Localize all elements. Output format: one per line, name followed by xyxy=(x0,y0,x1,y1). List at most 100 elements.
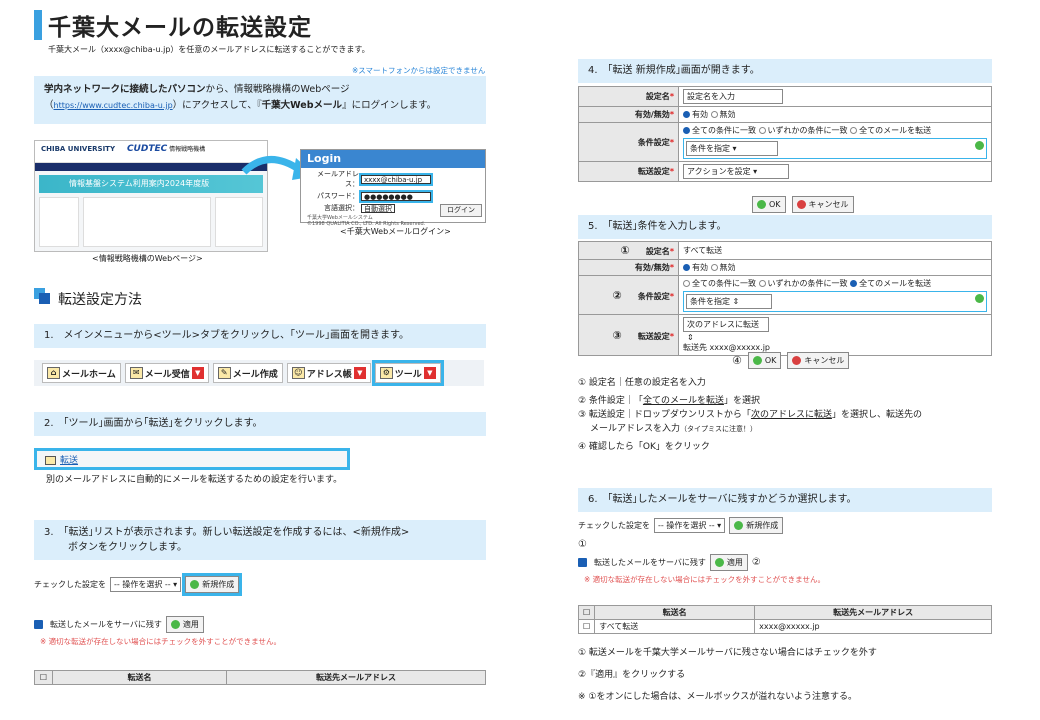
ccond-all-radio[interactable] xyxy=(683,280,690,287)
condition-select[interactable]: 条件を指定 ▾ xyxy=(686,141,778,156)
condition-select-value: 条件を指定 xyxy=(690,144,730,153)
ccond-any-label: いずれかの条件に一致 xyxy=(767,279,848,288)
forward-link[interactable]: 転送 xyxy=(60,456,78,466)
step-6-bar: 6. ｢転送｣したメールをサーバに残すかどうか選択します。 xyxy=(578,488,992,512)
add-condition-icon[interactable] xyxy=(975,294,984,303)
password-input[interactable]: ●●●●●●●● xyxy=(359,189,433,203)
operation-select-2[interactable]: -- 操作を選択 -- ▾ xyxy=(654,518,726,533)
forward-icon xyxy=(45,456,56,465)
tab-mail-receive[interactable]: ✉ メール受信 ▼ xyxy=(124,363,209,383)
table-header: ☐ 転送名 転送先メールアドレス xyxy=(34,670,486,685)
expl-3-cont: メールアドレスを入力（タイプミスに注意！） xyxy=(578,422,992,436)
login-header: Login xyxy=(301,150,485,168)
cond-mail-radio[interactable] xyxy=(850,127,858,134)
website-body xyxy=(35,197,267,247)
action-select[interactable]: アクションを設定 ▾ xyxy=(683,164,789,179)
apply-button[interactable]: 適用 xyxy=(165,616,204,633)
select-all-checkbox-2[interactable]: ☐ xyxy=(577,605,596,620)
tab-label: ツール xyxy=(394,369,422,380)
keep-label-2: 転送したメールをサーバに残す xyxy=(594,558,706,567)
cenable-on-radio[interactable] xyxy=(683,264,690,271)
row-forward-address: xxxx@xxxxx.jp xyxy=(754,619,992,634)
ccond-mail-label: 全てのメールを転送 xyxy=(859,279,932,288)
page-subtitle: 千葉大メール（xxxx@chiba-u.jp）を任意のメールアドレスに転送するこ… xyxy=(48,45,370,54)
operation-select[interactable]: -- 操作を選択 -- ▾ xyxy=(110,577,182,592)
enable-on-radio[interactable] xyxy=(683,111,690,118)
enable-off-radio[interactable] xyxy=(710,111,718,118)
forward-description: 別のメールアドレスに自動的にメールを転送するための設定を行います。 xyxy=(46,475,343,485)
new-create-button[interactable]: 新規作成 xyxy=(182,573,243,596)
ccondition-select[interactable]: 条件を指定 ⇕ xyxy=(686,294,772,309)
cancel-button[interactable]: キャンセル xyxy=(791,196,854,213)
ccond-mail-radio[interactable] xyxy=(850,280,858,287)
cforward-label-text: 転送設定 xyxy=(637,331,670,341)
keep-checkbox[interactable] xyxy=(34,620,43,629)
cudtec-url-link[interactable]: https://www.cudtec.chiba-u.jp xyxy=(54,101,173,110)
condition-actions: ④ OK キャンセル xyxy=(732,352,850,369)
intro-box: 学内ネットワークに接続したパソコンから、情報戦略機構のWebページ （https… xyxy=(34,76,486,124)
cond-any-label: いずれかの条件に一致 xyxy=(767,126,848,135)
ok-button[interactable]: OK xyxy=(752,196,786,213)
new-create-button-2[interactable]: 新規作成 xyxy=(729,517,784,534)
cenable-on-label: 有効 xyxy=(692,263,708,272)
check-icon xyxy=(170,620,180,629)
cok-button[interactable]: OK xyxy=(747,352,782,369)
step-2-bar: 2. ｢ツール｣画面から｢転送｣をクリックします。 xyxy=(34,412,486,436)
cenable-off-radio[interactable] xyxy=(710,264,718,271)
website-col xyxy=(215,197,263,247)
keep-label: 転送したメールをサーバに残す xyxy=(50,620,162,629)
dropdown-icon[interactable]: ▼ xyxy=(423,367,436,379)
dest-input[interactable]: xxxx@xxxxx.jp xyxy=(710,343,770,352)
ccond-all-label: 全ての条件に一致 xyxy=(692,279,756,288)
condition-label: 条件設定* xyxy=(578,122,679,162)
cname-input[interactable]: すべて転送 xyxy=(678,241,992,260)
operation-select-value-2: -- 操作を選択 -- xyxy=(658,521,715,530)
ccancel-button[interactable]: キャンセル xyxy=(787,352,850,369)
cond-all-radio[interactable] xyxy=(683,127,690,134)
expl-4: ④ 確認したら「OK」をクリック xyxy=(578,442,710,452)
cform-row-forward: ③ 転送設定* 次のアドレスに転送 ⇕ 転送先 xxxx@xxxxx.jp xyxy=(578,314,992,356)
compose-icon: ✎ xyxy=(217,367,231,379)
ccondition-select-value: 条件を指定 xyxy=(690,297,730,306)
cancel-icon xyxy=(796,200,806,209)
marker-6-1: ① xyxy=(578,539,587,550)
select-all-checkbox[interactable]: ☐ xyxy=(34,670,53,685)
add-condition-icon[interactable] xyxy=(975,141,984,150)
tab-tools[interactable]: ⚙ ツール ▼ xyxy=(371,360,444,386)
website-col xyxy=(39,197,79,247)
apply-button-2[interactable]: 適用 xyxy=(709,554,748,571)
dropdown-icon[interactable]: ▼ xyxy=(353,367,366,379)
mail-input[interactable]: xxxx@chiba-u.jp xyxy=(359,172,433,186)
tab-mail-compose[interactable]: ✎ メール作成 xyxy=(212,363,283,383)
cform-row-name: ① 設定名* すべて転送 xyxy=(578,241,992,260)
new-forward-form: 設定名* 設定名を入力 有効/無効* 有効 無効 条件設定* 全ての条件に一致 … xyxy=(578,86,992,182)
website-screenshot: CHIBA UNIVERSITY CUDTEC 情報戦略機構 情報基盤システム利… xyxy=(34,140,268,252)
login-mail-row: メールアドレス： xxxx@chiba-u.jp xyxy=(301,168,485,190)
cond-any-radio[interactable] xyxy=(758,127,766,134)
condition-form: ① 設定名* すべて転送 有効/無効* 有効 無効 ② 条件設定* 全ての条件に一致… xyxy=(578,241,992,356)
enable-label-text: 有効/無効 xyxy=(634,110,670,119)
apply-label: 適用 xyxy=(182,620,199,629)
form-row-name: 設定名* 設定名を入力 xyxy=(578,86,992,107)
dropdown-icon[interactable]: ▼ xyxy=(191,367,204,379)
enable-on-label: 有効 xyxy=(692,110,708,119)
tab-address-book[interactable]: ☺ アドレス帳 ▼ xyxy=(286,363,371,383)
tab-mail-home[interactable]: ⌂ メールホーム xyxy=(42,363,121,383)
new-button-label: 新規作成 xyxy=(202,580,235,589)
cok-label: OK xyxy=(764,356,777,365)
operation-row-2: チェックした設定を -- 操作を選択 -- ▾ 新規作成 xyxy=(578,517,784,534)
operation-row: チェックした設定を -- 操作を選択 -- ▾ 新規作成 xyxy=(34,573,243,596)
row-checkbox[interactable]: ☐ xyxy=(577,619,596,634)
keep-checkbox-2[interactable] xyxy=(578,558,587,567)
intro-text: から、情報戦略機構のWebページ xyxy=(205,84,350,95)
ccond-any-radio[interactable] xyxy=(758,280,766,287)
login-button[interactable]: ログイン xyxy=(440,204,482,217)
apply-label-2: 適用 xyxy=(726,558,743,567)
cforward-select[interactable]: 次のアドレスに転送 ⇕ xyxy=(683,317,769,342)
name-input[interactable]: 設定名を入力 xyxy=(683,89,783,104)
pass-label: パスワード： xyxy=(317,192,359,200)
keep-on-server-row: 転送したメールをサーバに残す 適用 xyxy=(34,616,204,633)
lang-select[interactable]: 自動選択 xyxy=(361,203,395,213)
marker-1: ① xyxy=(620,244,630,257)
col-forward-address-2: 転送先メールアドレス xyxy=(754,605,992,620)
